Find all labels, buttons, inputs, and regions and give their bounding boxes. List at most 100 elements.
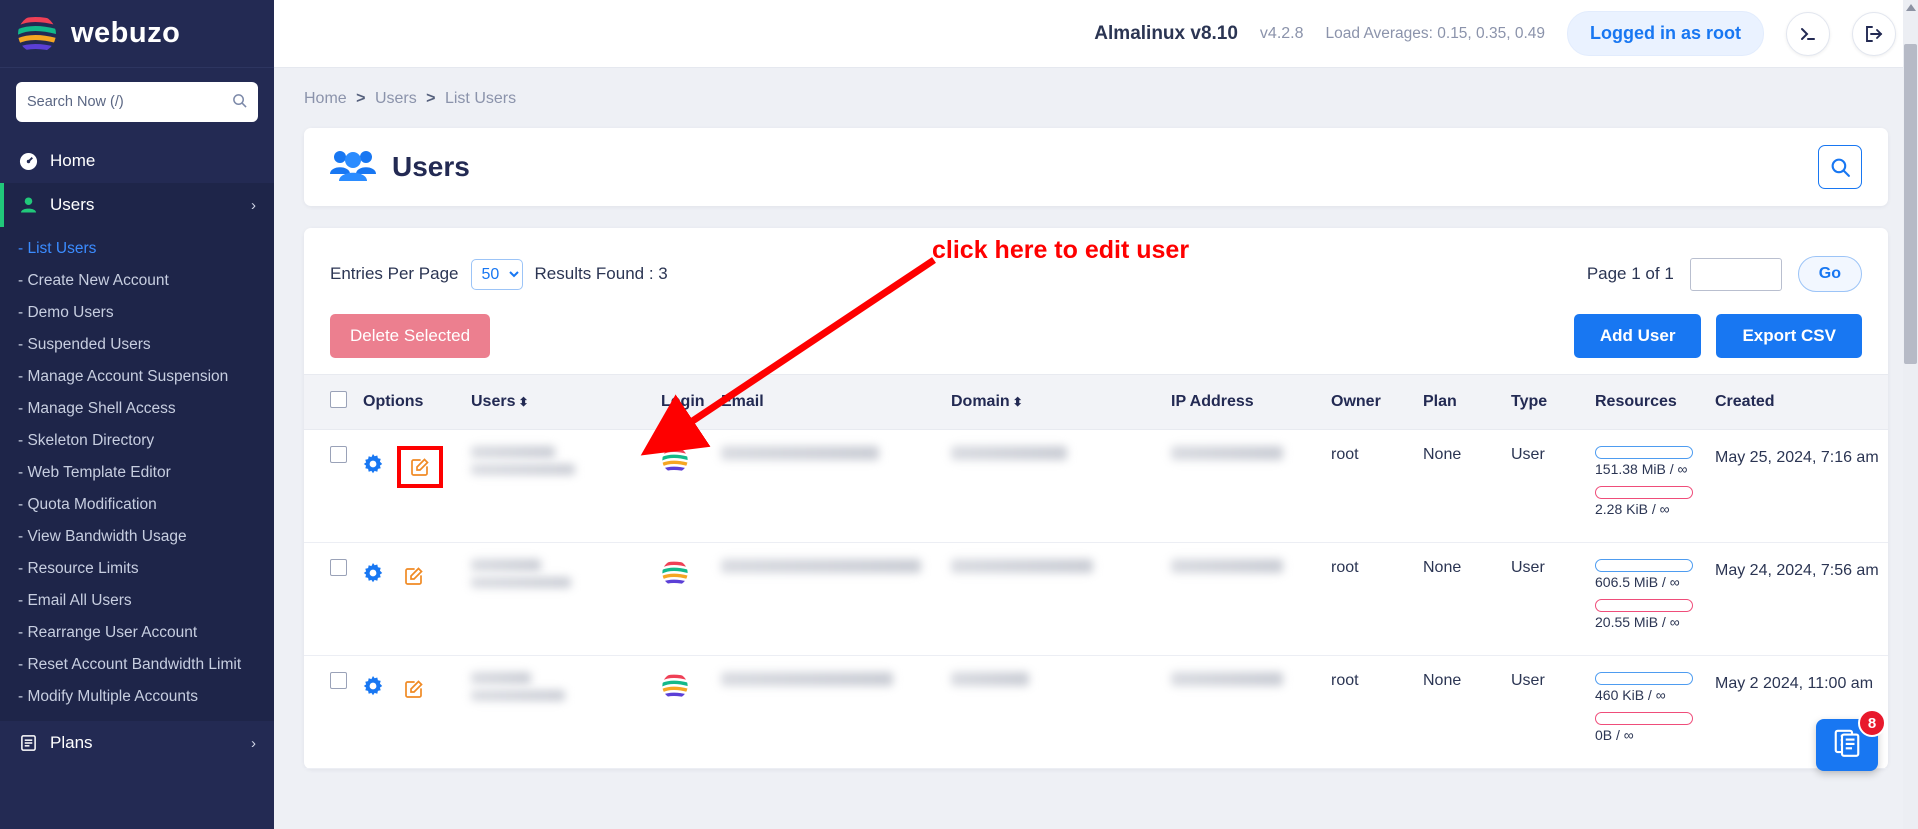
- sidebar-subitem-resource-limits[interactable]: - Resource Limits: [0, 553, 274, 585]
- logged-in-pill[interactable]: Logged in as root: [1567, 11, 1764, 56]
- page-header-card: Users: [304, 128, 1888, 206]
- settings-gear-icon[interactable]: [363, 676, 383, 702]
- sidebar-subitem-reset-account-bandwidth-limit[interactable]: - Reset Account Bandwidth Limit: [0, 649, 274, 681]
- sidebar-item-plans[interactable]: Plans ›: [0, 721, 274, 765]
- delete-selected-button[interactable]: Delete Selected: [330, 314, 491, 358]
- th-ip-address: IP Address: [1163, 374, 1323, 430]
- row-plan-cell: None: [1415, 429, 1503, 543]
- blurred-email: [721, 672, 893, 686]
- sidebar-subitem-list-users[interactable]: - List Users: [0, 233, 274, 265]
- sidebar-item-label: Users: [50, 195, 95, 214]
- select-all-checkbox[interactable]: [330, 391, 347, 408]
- add-user-button[interactable]: Add User: [1573, 314, 1702, 358]
- row-ip-cell: [1163, 429, 1323, 543]
- sidebar-search: [0, 68, 274, 132]
- breadcrumb-users[interactable]: Users: [375, 90, 417, 107]
- page-scrollbar[interactable]: [1903, 0, 1918, 829]
- notes-widget-button[interactable]: 8: [1816, 709, 1886, 771]
- plans-icon: [18, 734, 38, 752]
- edit-user-icon[interactable]: [397, 559, 431, 593]
- page-number-input[interactable]: [1689, 257, 1782, 291]
- sidebar-subitem-email-all-users[interactable]: - Email All Users: [0, 585, 274, 617]
- row-login-cell[interactable]: [653, 429, 713, 543]
- sidebar-subitem-web-template-editor[interactable]: - Web Template Editor: [0, 457, 274, 489]
- row-checkbox[interactable]: [330, 559, 347, 576]
- blurred-domain: [951, 446, 1067, 460]
- sort-icon[interactable]: ⬍: [1013, 395, 1023, 409]
- th-login: Login: [653, 374, 713, 430]
- entries-per-page-select[interactable]: 50: [470, 258, 523, 290]
- sidebar-item-home[interactable]: Home: [0, 139, 274, 183]
- row-login-cell[interactable]: [653, 655, 713, 769]
- row-select-cell: [304, 542, 355, 656]
- row-login-cell[interactable]: [653, 542, 713, 656]
- webuzo-login-icon[interactable]: [661, 561, 689, 591]
- blurred-domain: [951, 559, 1093, 573]
- table-search-icon[interactable]: [1818, 145, 1862, 189]
- th-users[interactable]: Users ⬍: [463, 374, 653, 430]
- webuzo-login-icon[interactable]: [661, 448, 689, 478]
- logout-icon[interactable]: [1852, 11, 1896, 56]
- th-created: Created: [1707, 374, 1888, 430]
- disk-usage-label: 151.38 MiB / ∞: [1595, 461, 1688, 477]
- export-csv-button[interactable]: Export CSV: [1716, 314, 1862, 358]
- row-type-cell: User: [1503, 542, 1587, 656]
- row-type-cell: User: [1503, 655, 1587, 769]
- breadcrumb-list-users[interactable]: List Users: [445, 90, 516, 107]
- scrollbar-thumb[interactable]: [1904, 44, 1917, 364]
- sidebar: webuzo Home: [0, 0, 274, 829]
- webuzo-login-icon[interactable]: [661, 674, 689, 704]
- go-button[interactable]: Go: [1797, 256, 1862, 292]
- sidebar-subitem-suspended-users[interactable]: - Suspended Users: [0, 329, 274, 361]
- bandwidth-usage-label: 20.55 MiB / ∞: [1595, 614, 1680, 630]
- row-checkbox[interactable]: [330, 672, 347, 689]
- chevron-right-icon: ›: [251, 734, 256, 752]
- table-head: Options Users ⬍ Login Email Domain ⬍ IP Ad…: [304, 374, 1888, 430]
- search-input[interactable]: [27, 94, 232, 110]
- blurred-ip: [1171, 672, 1283, 686]
- sidebar-subitem-create-new-account[interactable]: - Create New Account: [0, 265, 274, 297]
- row-owner-cell: root: [1323, 429, 1415, 543]
- sidebar-item-users[interactable]: Users ›: [0, 183, 274, 227]
- top-bar: Almalinux v8.10 v4.2.8 Load Averages: 0.…: [274, 0, 1918, 68]
- settings-gear-icon[interactable]: [363, 563, 383, 589]
- row-user-cell: [463, 542, 653, 656]
- disk-usage-bar: [1595, 446, 1693, 459]
- blurred-username: [471, 559, 541, 571]
- sidebar-subitem-skeleton-directory[interactable]: - Skeleton Directory: [0, 425, 274, 457]
- blurred-username-sub: [471, 577, 571, 588]
- sidebar-subitem-manage-account-suspension[interactable]: - Manage Account Suspension: [0, 361, 274, 393]
- brand[interactable]: webuzo: [0, 0, 274, 68]
- sidebar-subitem-quota-modification[interactable]: - Quota Modification: [0, 489, 274, 521]
- row-resources-cell: 151.38 MiB / ∞ 2.28 KiB / ∞: [1587, 429, 1707, 543]
- edit-user-icon[interactable]: [397, 672, 431, 706]
- users-group-icon: [330, 148, 376, 187]
- sidebar-subitem-rearrange-user-account[interactable]: - Rearrange User Account: [0, 617, 274, 649]
- sidebar-subitem-demo-users[interactable]: - Demo Users: [0, 297, 274, 329]
- notes-icon: [1832, 727, 1862, 764]
- terminal-icon[interactable]: [1786, 11, 1830, 56]
- notes-badge: 8: [1858, 709, 1886, 737]
- bandwidth-usage-bar: [1595, 712, 1693, 725]
- blurred-username-sub: [471, 690, 565, 701]
- row-options-cell: [355, 655, 463, 769]
- edit-user-icon[interactable]: [397, 446, 443, 488]
- row-domain-cell: [943, 655, 1163, 769]
- row-email-cell: [713, 655, 943, 769]
- search-icon[interactable]: [232, 93, 247, 111]
- row-checkbox[interactable]: [330, 446, 347, 463]
- sidebar-subitem-manage-shell-access[interactable]: - Manage Shell Access: [0, 393, 274, 425]
- breadcrumb-home[interactable]: Home: [304, 90, 347, 107]
- scroll-up-icon[interactable]: [1906, 4, 1916, 11]
- row-select-cell: [304, 655, 355, 769]
- row-created-cell: May 25, 2024, 7:16 am: [1707, 429, 1888, 543]
- dashboard-icon: [18, 152, 38, 171]
- settings-gear-icon[interactable]: [363, 454, 383, 480]
- sidebar-subitem-modify-multiple-accounts[interactable]: - Modify Multiple Accounts: [0, 681, 274, 713]
- th-domain[interactable]: Domain ⬍: [943, 374, 1163, 430]
- disk-usage-bar: [1595, 559, 1693, 572]
- th-owner: Owner: [1323, 374, 1415, 430]
- load-averages: Load Averages: 0.15, 0.35, 0.49: [1325, 24, 1545, 42]
- sidebar-subitem-view-bandwidth-usage[interactable]: - View Bandwidth Usage: [0, 521, 274, 553]
- sort-icon[interactable]: ⬍: [518, 395, 528, 409]
